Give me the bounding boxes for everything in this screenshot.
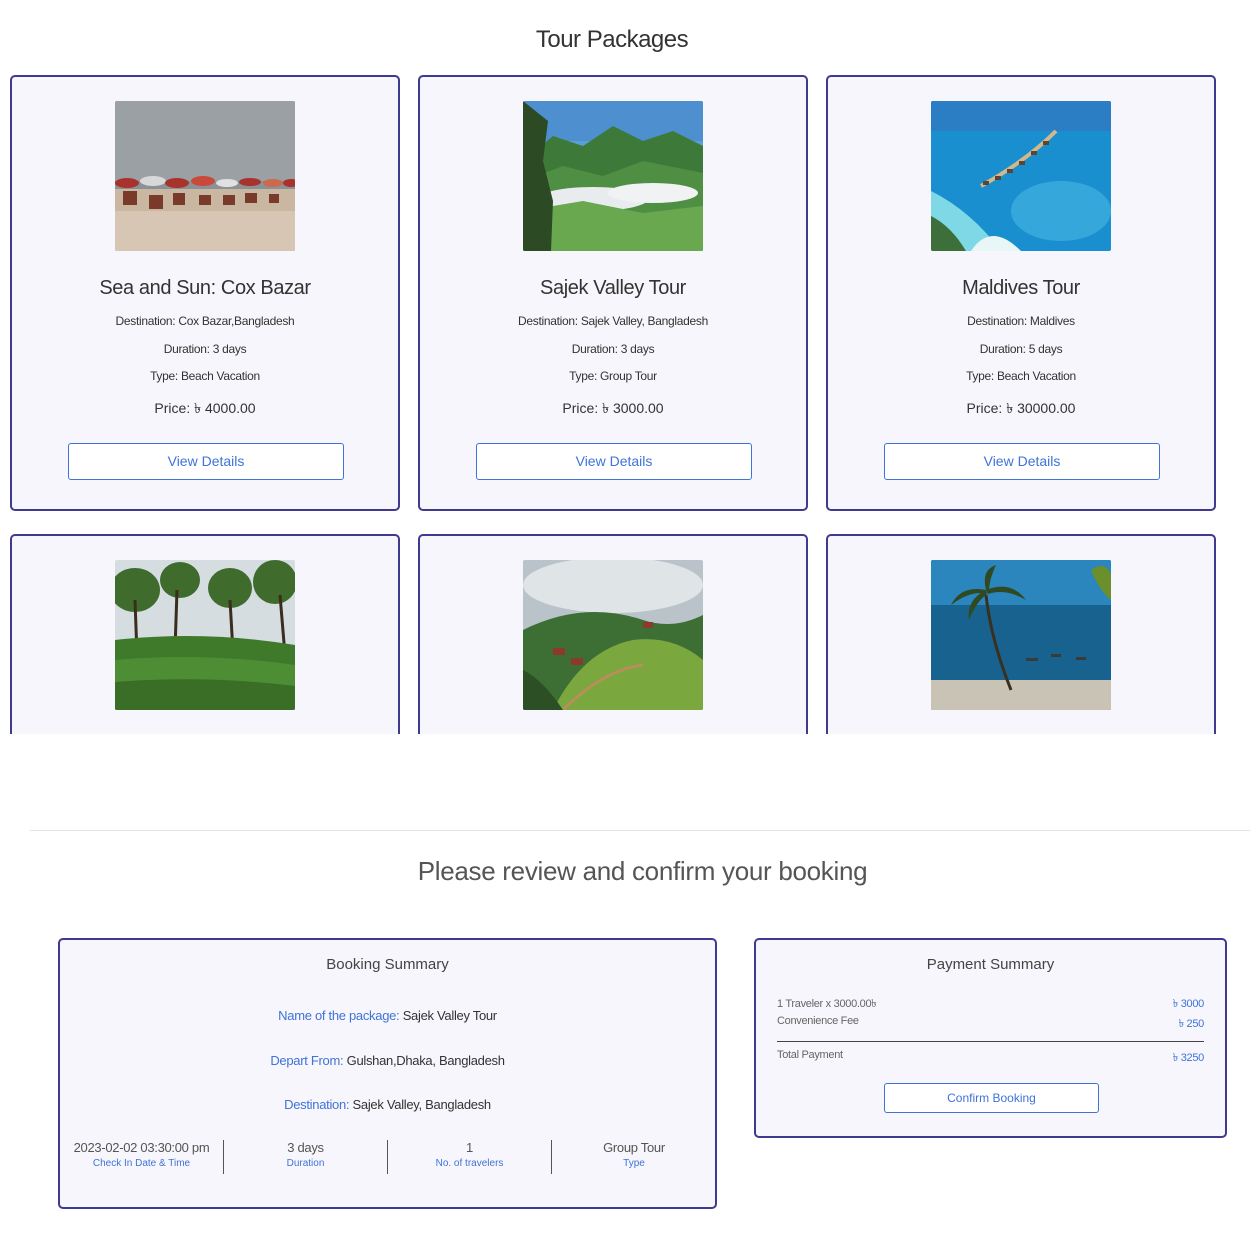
destination-line: Destination: Sajek Valley, Bangladesh — [60, 1097, 715, 1112]
package-duration: Duration: 3 days — [163, 342, 247, 356]
maldives-resort-photo — [931, 101, 1111, 251]
package-card-sajek-valley: Sajek Valley Tour Destination: Sajek Val… — [418, 75, 808, 511]
booking-summary-panel: Booking Summary Name of the package: Saj… — [58, 938, 717, 1209]
palm-beach-photo — [931, 560, 1111, 710]
destination-label: Destination: — [284, 1097, 350, 1112]
stat-travelers: 1 No. of travelers — [388, 1140, 552, 1174]
package-card-hill-village — [418, 534, 808, 734]
payment-divider — [777, 1041, 1204, 1042]
stat-label: Type — [623, 1158, 645, 1169]
package-price: Price: ৳ 4000.00 — [154, 400, 256, 416]
booking-summary-title: Booking Summary — [326, 956, 449, 973]
payment-summary-panel: Payment Summary 1 Traveler x 3000.00৳ ৳ … — [754, 938, 1227, 1138]
package-type: Type: Beach Vacation — [966, 369, 1076, 383]
package-title: Maldives Tour — [962, 277, 1080, 299]
stat-check-in: 2023-02-02 03:30:00 pm Check In Date & T… — [60, 1140, 224, 1174]
package-card-tea-garden — [10, 534, 400, 734]
payment-row-label: Convenience Fee — [777, 1015, 859, 1027]
stat-label: Check In Date & Time — [92, 1158, 191, 1169]
view-details-button[interactable]: View Details — [68, 443, 344, 480]
package-title: Sea and Sun: Cox Bazar — [99, 277, 311, 299]
total-label: Total Payment — [777, 1049, 843, 1061]
payment-row-fee: Convenience Fee ৳ 250 — [777, 1015, 1204, 1030]
stat-value: Group Tour — [603, 1140, 665, 1155]
payment-summary-title: Payment Summary — [926, 956, 1055, 973]
package-duration: Duration: 5 days — [979, 342, 1063, 356]
tea-garden-photo — [115, 560, 295, 710]
package-name-label: Name of the package: — [278, 1008, 400, 1023]
package-destination: Destination: Maldives — [967, 314, 1075, 328]
payment-row-amount: ৳ 250 — [1178, 1018, 1205, 1030]
package-price: Price: ৳ 3000.00 — [562, 400, 664, 416]
package-name-value: Sajek Valley Tour — [402, 1008, 497, 1023]
package-card-palm-beach — [826, 534, 1216, 734]
stat-value: 3 days — [287, 1140, 324, 1155]
beach-umbrellas-photo — [115, 101, 295, 251]
stat-value: 1 — [466, 1140, 473, 1155]
depart-from-line: Depart From: Gulshan,Dhaka, Bangladesh — [60, 1053, 715, 1068]
confirm-booking-button[interactable]: Confirm Booking — [884, 1083, 1099, 1113]
section-divider — [30, 830, 1250, 831]
package-card-cox-bazar: Sea and Sun: Cox Bazar Destination: Cox … — [10, 75, 400, 511]
package-price: Price: ৳ 30000.00 — [966, 400, 1076, 416]
package-name-line: Name of the package: Sajek Valley Tour — [60, 1008, 715, 1023]
package-duration: Duration: 3 days — [571, 342, 655, 356]
hill-village-photo — [523, 560, 703, 710]
stat-type: Group Tour Type — [552, 1140, 716, 1174]
stat-label: Duration — [286, 1158, 325, 1169]
package-type: Type: Group Tour — [569, 369, 657, 383]
payment-row-traveler: 1 Traveler x 3000.00৳ ৳ 3000 — [777, 995, 1204, 1014]
total-amount: ৳ 3250 — [1172, 1052, 1205, 1064]
payment-row-label: 1 Traveler x 3000.00৳ — [777, 998, 877, 1010]
depart-from-value: Gulshan,Dhaka, Bangladesh — [346, 1053, 505, 1068]
tour-packages-grid: Sea and Sun: Cox Bazar Destination: Cox … — [0, 0, 1250, 735]
payment-row-total: Total Payment ৳ 3250 — [777, 1049, 1204, 1064]
view-details-button[interactable]: View Details — [476, 443, 752, 480]
package-card-maldives: Maldives Tour Destination: Maldives Dura… — [826, 75, 1216, 511]
package-destination: Destination: Cox Bazar,Bangladesh — [115, 314, 295, 328]
stat-label: No. of travelers — [435, 1158, 504, 1169]
package-title: Sajek Valley Tour — [540, 277, 686, 299]
package-destination: Destination: Sajek Valley, Bangladesh — [518, 314, 708, 328]
stat-duration: 3 days Duration — [224, 1140, 388, 1174]
destination-value: Sajek Valley, Bangladesh — [352, 1097, 492, 1112]
payment-row-amount: ৳ 3000 — [1172, 998, 1205, 1010]
stat-value: 2023-02-02 03:30:00 pm — [73, 1140, 210, 1155]
package-type: Type: Beach Vacation — [150, 369, 260, 383]
view-details-button[interactable]: View Details — [884, 443, 1160, 480]
depart-from-label: Depart From: — [270, 1053, 344, 1068]
booking-stats: 2023-02-02 03:30:00 pm Check In Date & T… — [60, 1140, 715, 1176]
review-heading: Please review and confirm your booking — [417, 856, 868, 886]
misty-mountains-photo — [523, 101, 703, 251]
